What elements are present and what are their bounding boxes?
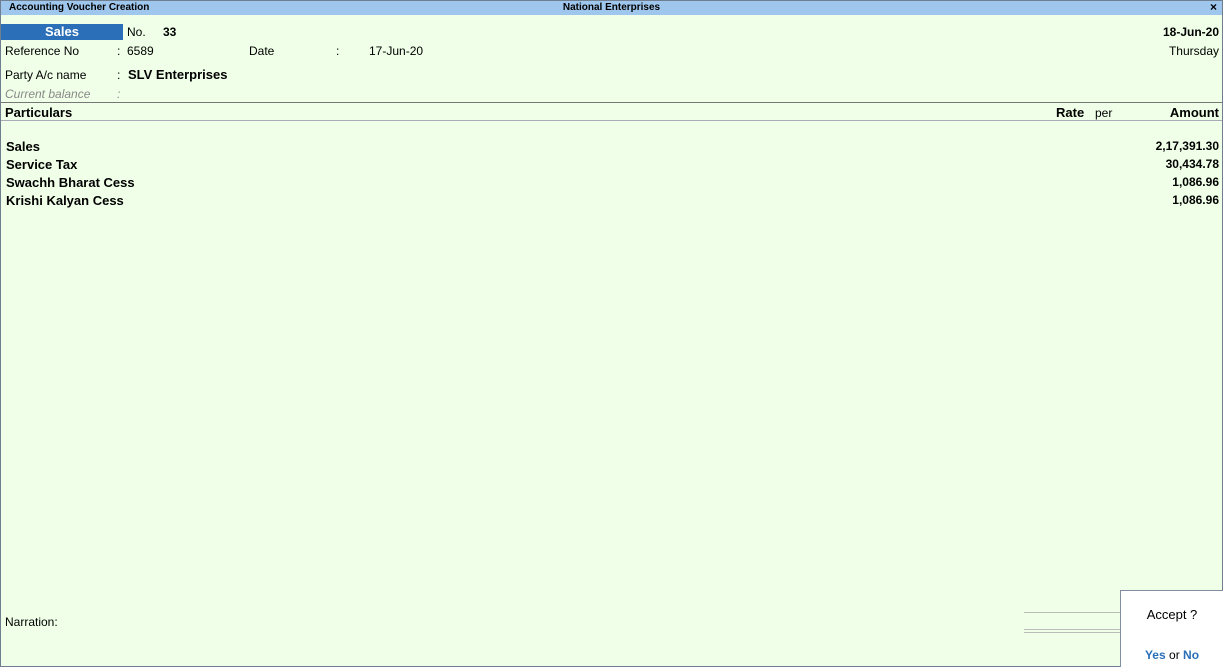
title-bar: Accounting Voucher Creation National Ent… <box>1 0 1222 15</box>
ledger-row-amount[interactable]: 1,086.96 <box>1172 193 1219 207</box>
close-icon[interactable]: × <box>1210 0 1217 14</box>
col-header-rate: Rate <box>1056 105 1085 120</box>
col-header-amount: Amount <box>1169 105 1219 120</box>
reference-no-field[interactable]: 6589 <box>127 44 154 58</box>
reference-date-field[interactable]: 17-Jun-20 <box>369 44 423 58</box>
header-divider-top <box>1 102 1222 103</box>
accept-question: Accept ? <box>1146 607 1198 622</box>
reference-date-colon: : <box>336 44 340 58</box>
accept-options: Yes or No <box>1121 648 1223 662</box>
total-line-double-1 <box>1024 629 1120 630</box>
total-line-top <box>1024 612 1120 613</box>
accept-dialog: Accept ? Yes or No <box>1120 590 1223 667</box>
ledger-row-particulars[interactable]: Krishi Kalyan Cess <box>6 193 124 208</box>
col-header-particulars: Particulars <box>5 105 73 120</box>
yes-button[interactable]: Yes <box>1145 648 1166 662</box>
party-name-field[interactable]: SLV Enterprises <box>128 67 227 82</box>
voucher-no-value: 33 <box>163 25 177 39</box>
reference-no-label: Reference No <box>5 44 80 58</box>
ledger-row-particulars[interactable]: Service Tax <box>6 157 77 172</box>
party-name-label: Party A/c name <box>5 68 87 82</box>
no-button[interactable]: No <box>1183 648 1199 662</box>
voucher-date[interactable]: 18-Jun-20 <box>1163 25 1219 39</box>
voucher-window: Accounting Voucher Creation National Ent… <box>0 0 1223 667</box>
company-name: National Enterprises <box>562 2 661 13</box>
voucher-no-label: No. <box>127 25 146 39</box>
current-balance-label: Current balance <box>5 87 91 101</box>
current-balance-colon: : <box>117 87 121 101</box>
voucher-day: Thursday <box>1168 44 1219 58</box>
ledger-row-particulars[interactable]: Sales <box>6 139 40 154</box>
party-name-colon: : <box>117 68 121 82</box>
reference-date-label: Date <box>249 44 275 58</box>
or-label: or <box>1169 648 1180 662</box>
total-line-double-2 <box>1024 632 1120 633</box>
ledger-row-particulars[interactable]: Swachh Bharat Cess <box>6 175 135 190</box>
reference-no-colon: : <box>117 44 121 58</box>
header-divider-bottom <box>1 120 1222 121</box>
ledger-row-amount[interactable]: 2,17,391.30 <box>1156 139 1219 153</box>
ledger-row-amount[interactable]: 30,434.78 <box>1166 157 1219 171</box>
voucher-type-field[interactable]: Sales <box>1 24 123 40</box>
ledger-row-amount[interactable]: 1,086.96 <box>1172 175 1219 189</box>
narration-label: Narration: <box>5 615 58 629</box>
col-header-per: per <box>1095 106 1113 120</box>
